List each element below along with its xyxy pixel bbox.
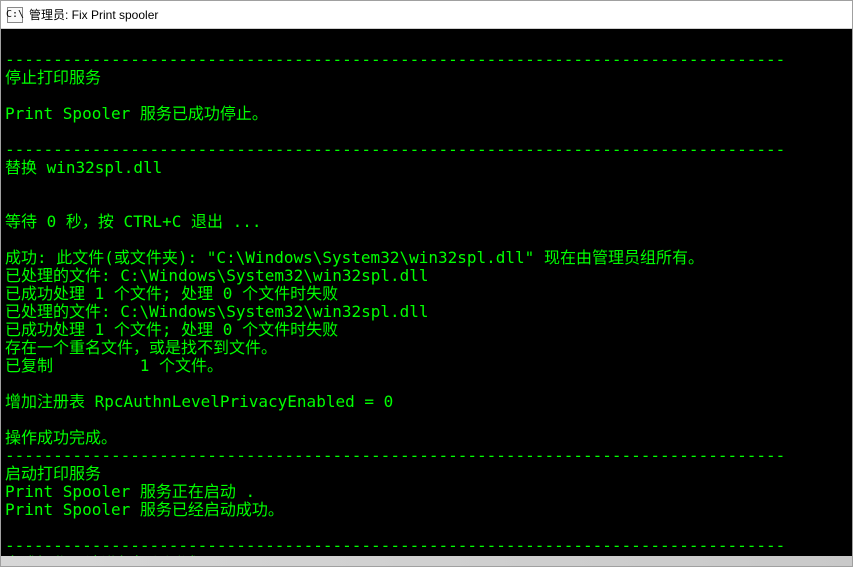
titlebar[interactable]: C:\ 管理员: Fix Print spooler	[1, 1, 852, 29]
terminal-line: Print Spooler 服务已成功停止。	[5, 105, 848, 123]
terminal-line: 停止打印服务	[5, 69, 848, 87]
terminal-line: 已成功处理 1 个文件; 处理 0 个文件时失败	[5, 285, 848, 303]
app-window: C:\ 管理员: Fix Print spooler -------------…	[0, 0, 853, 567]
terminal-line: 等待 0 秒，按 CTRL+C 退出 ...	[5, 213, 848, 231]
terminal-line: ----------------------------------------…	[5, 537, 848, 555]
terminal-line: ----------------------------------------…	[5, 51, 848, 69]
terminal-line	[5, 195, 848, 213]
terminal-line	[5, 123, 848, 141]
terminal-line: ----------------------------------------…	[5, 447, 848, 465]
terminal-line	[5, 375, 848, 393]
terminal-output[interactable]: ----------------------------------------…	[1, 29, 852, 556]
terminal-line: Print Spooler 服务正在启动 .	[5, 483, 848, 501]
terminal-line	[5, 231, 848, 249]
terminal-line	[5, 177, 848, 195]
terminal-line: 已处理的文件: C:\Windows\System32\win32spl.dll	[5, 267, 848, 285]
terminal-line	[5, 33, 848, 51]
terminal-line: ----------------------------------------…	[5, 141, 848, 159]
terminal-line: 替换 win32spl.dll	[5, 159, 848, 177]
terminal-line: 已成功处理 1 个文件; 处理 0 个文件时失败	[5, 321, 848, 339]
cmd-icon: C:\	[7, 7, 23, 23]
terminal-line: 存在一个重名文件，或是找不到文件。	[5, 339, 848, 357]
terminal-line: 增加注册表 RpcAuthnLevelPrivacyEnabled = 0	[5, 393, 848, 411]
terminal-line	[5, 519, 848, 537]
terminal-line: 启动打印服务	[5, 465, 848, 483]
taskbar-fragment	[1, 556, 852, 566]
terminal-line: Print Spooler 服务已经启动成功。	[5, 501, 848, 519]
terminal-line: 已复制 1 个文件。	[5, 357, 848, 375]
terminal-line: 操作成功完成。	[5, 429, 848, 447]
window-title: 管理员: Fix Print spooler	[29, 6, 158, 23]
terminal-line: 已处理的文件: C:\Windows\System32\win32spl.dll	[5, 303, 848, 321]
terminal-line	[5, 87, 848, 105]
terminal-line	[5, 411, 848, 429]
terminal-line: 成功: 此文件(或文件夹): "C:\Windows\System32\win3…	[5, 249, 848, 267]
